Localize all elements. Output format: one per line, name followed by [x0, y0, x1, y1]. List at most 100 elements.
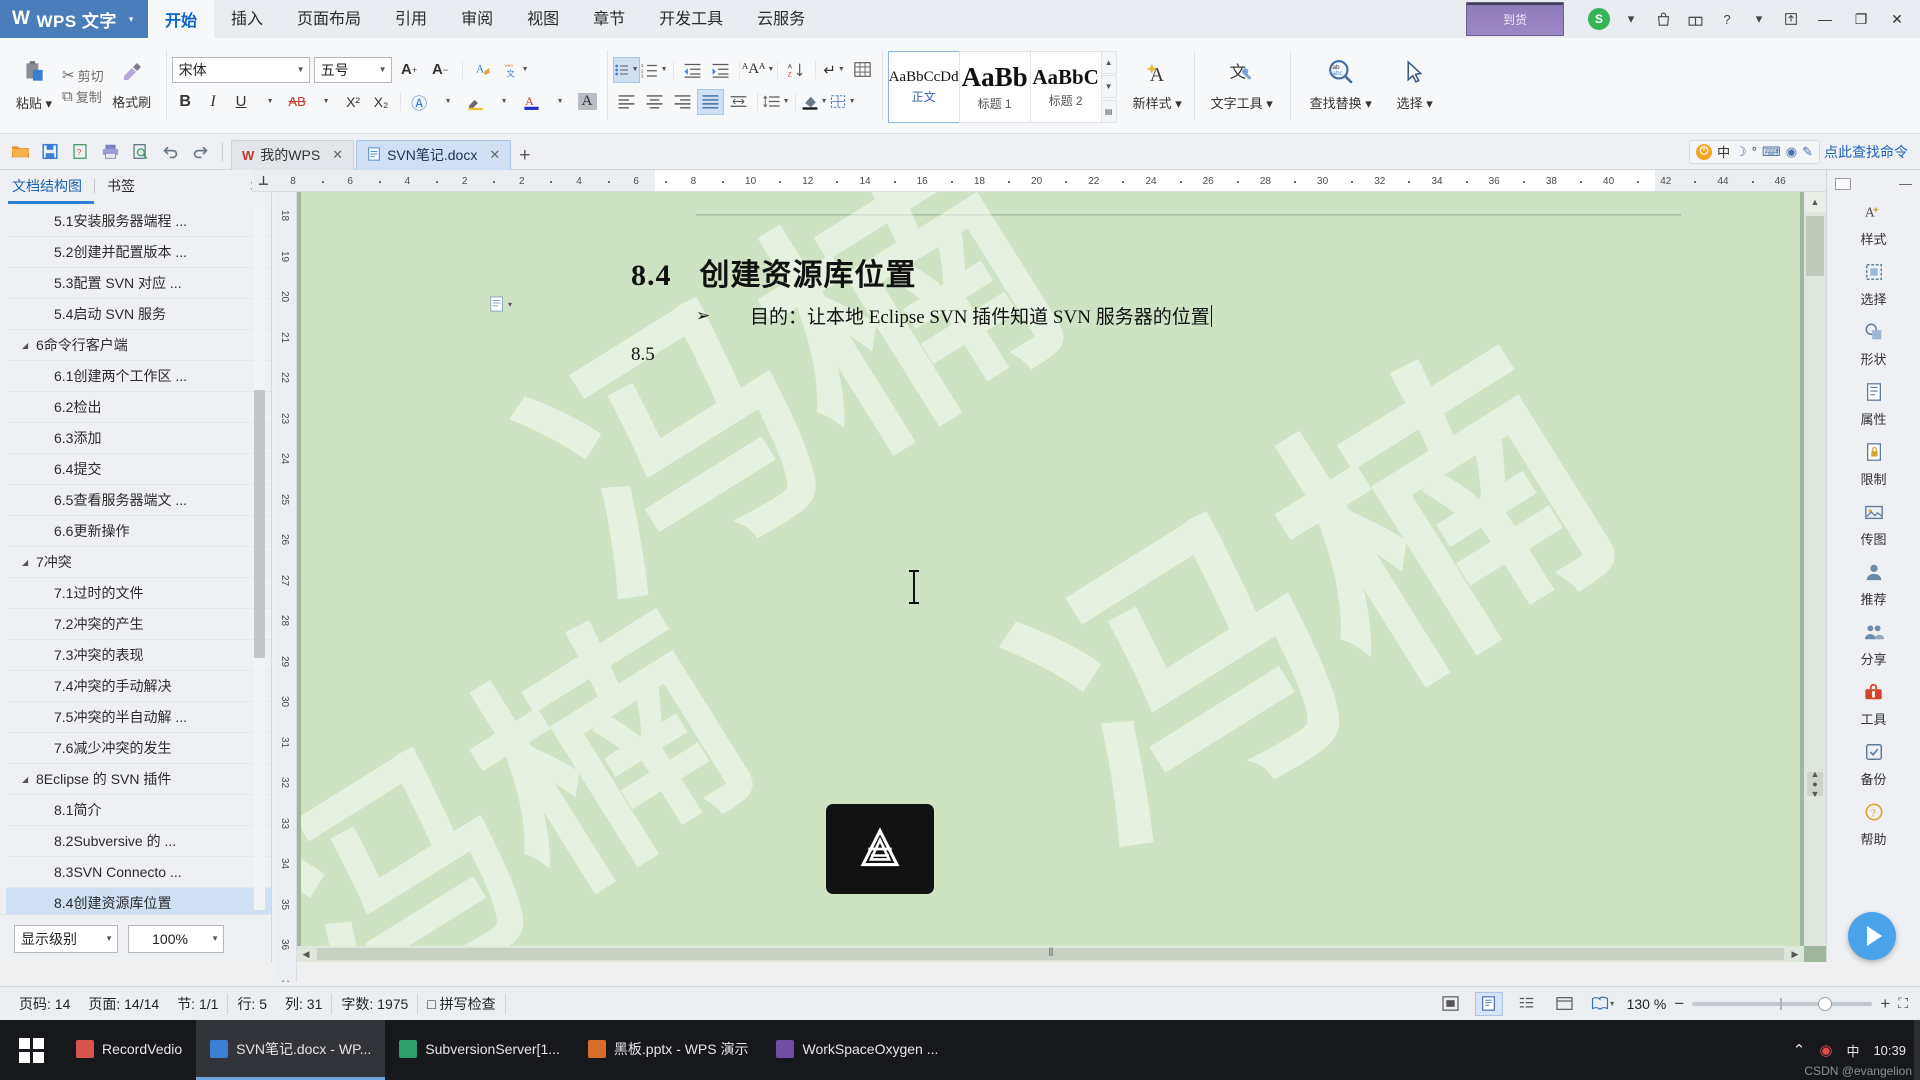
pane-toggle-icon[interactable]	[1835, 177, 1851, 190]
view-outline-button[interactable]	[1513, 992, 1541, 1016]
security-shield-icon[interactable]: ◉	[1819, 1041, 1832, 1059]
scroll-left-button[interactable]: ◀	[297, 946, 315, 962]
structure-item[interactable]: 6.2检出	[6, 392, 271, 423]
bag-icon[interactable]	[1648, 4, 1678, 34]
style-gallery-more-button[interactable]: ▤	[1100, 99, 1117, 123]
structure-item[interactable]: 8.1简介	[6, 795, 271, 826]
style-scroll-up-button[interactable]: ▲	[1100, 50, 1117, 74]
character-border-button[interactable]: Ⓐ	[406, 89, 433, 115]
zoom-slider-track[interactable]	[1692, 996, 1873, 1011]
chevron-down-icon[interactable]: ▾	[129, 14, 134, 25]
redo-icon[interactable]	[186, 138, 214, 166]
taskbar-clock[interactable]: 10:39	[1873, 1043, 1906, 1058]
close-button[interactable]: ✕	[1880, 4, 1914, 34]
ime-status-bar[interactable]: ⏻ 中 ☽ ° ⌨ ◉ ✎	[1689, 139, 1820, 164]
ribbon-tab-cloud[interactable]: 云服务	[740, 0, 822, 38]
chevron-down-icon[interactable]: ▼	[373, 65, 387, 74]
view-page-layout-button[interactable]	[1474, 991, 1503, 1016]
share-icon[interactable]	[1776, 4, 1806, 34]
structure-panel-scrollbar[interactable]	[254, 208, 265, 910]
show-desktop-button[interactable]	[1914, 1020, 1920, 1080]
horizontal-ruler[interactable]: 8 6 4 2 2 4 6 8 10 12 14 16 18 20 22 24 26 28 30 32 34 36 38 40…	[275, 170, 1826, 192]
zoom-in-button[interactable]: +	[1880, 994, 1890, 1014]
structure-item[interactable]: 5.2创建并配置版本 ...	[6, 237, 271, 268]
moon-icon[interactable]: ☽	[1735, 144, 1747, 160]
view-fullscreen-button[interactable]	[1437, 992, 1465, 1016]
cut-button[interactable]: ✂ 剪切	[62, 66, 104, 85]
underline-button[interactable]: U	[228, 89, 255, 115]
align-left-button[interactable]	[613, 89, 640, 115]
font-size-combo[interactable]: 五号 ▼	[313, 56, 392, 83]
decrease-indent-button[interactable]	[679, 57, 706, 83]
align-right-button[interactable]	[669, 89, 696, 115]
tray-expand-icon[interactable]: ⌃	[1793, 1041, 1806, 1059]
sort-button[interactable]: AZ	[783, 57, 810, 83]
character-border-dropdown[interactable]: ▼	[434, 89, 461, 115]
chevron-down-icon[interactable]: ▼	[522, 66, 529, 73]
copy-button[interactable]: ⧉ 复制	[62, 87, 104, 106]
windows-start-button[interactable]	[0, 1020, 62, 1080]
structure-item[interactable]: 7.4冲突的手动解决	[6, 671, 271, 702]
structure-item[interactable]: 5.4启动 SVN 服务	[6, 299, 271, 330]
zoom-slider-thumb[interactable]	[1818, 996, 1833, 1011]
structure-item[interactable]: 7.2冲突的产生	[6, 609, 271, 640]
structure-item[interactable]: 7.6减少冲突的发生	[6, 733, 271, 764]
scroll-up-button[interactable]: ▲	[1804, 192, 1826, 212]
open-folder-icon[interactable]	[6, 138, 34, 166]
superscript-button[interactable]: X²	[340, 89, 367, 115]
structure-item[interactable]: 6.1创建两个工作区 ...	[6, 361, 271, 392]
save-icon[interactable]	[36, 138, 64, 166]
character-scaling-button[interactable]: ᴬAᴬ ▼	[742, 57, 774, 83]
scrollbar-thumb[interactable]	[254, 390, 265, 658]
highlight-color-dropdown[interactable]: ▼	[490, 89, 517, 115]
underline-options-dropdown[interactable]: ▼	[256, 89, 283, 115]
document-horizontal-scrollbar[interactable]: ◀ ▶	[297, 946, 1804, 962]
document-canvas[interactable]: 冯楠 冯楠 冯楠 8.4 创建资源库位置 ▾ ➢ 目的：让本地 Eclipse S…	[297, 192, 1826, 962]
character-shading-button[interactable]: A	[574, 89, 601, 115]
zoom-out-button[interactable]: −	[1674, 994, 1684, 1014]
pane-item-properties[interactable]: 属性	[1827, 375, 1920, 435]
expand-caret-icon[interactable]: ◢	[22, 341, 36, 350]
font-color-dropdown[interactable]: ▼	[546, 89, 573, 115]
undo-icon[interactable]	[156, 138, 184, 166]
structure-item[interactable]: 6.6更新操作	[6, 516, 271, 547]
structure-item-selected[interactable]: 8.4创建资源库位置	[6, 888, 271, 914]
paste-button[interactable]: 粘贴 ▾	[6, 55, 62, 116]
grow-font-button[interactable]: A +	[396, 57, 423, 83]
minimize-button[interactable]: —	[1808, 4, 1842, 34]
chevron-down-icon[interactable]: ▼	[291, 65, 305, 74]
strikethrough-options-dropdown[interactable]: ▼	[312, 89, 339, 115]
expand-caret-icon[interactable]: ◢	[22, 558, 36, 567]
pane-item-restrict[interactable]: 限制	[1827, 435, 1920, 495]
page-navigation-buttons[interactable]: ▲ ● ▼	[1807, 769, 1823, 799]
ribbon-tab-review[interactable]: 审阅	[444, 0, 510, 38]
save-as-icon[interactable]: ?	[66, 138, 94, 166]
scroll-right-button[interactable]: ▶	[1786, 946, 1804, 962]
structure-item[interactable]: ◢ 8Eclipse 的 SVN 插件	[6, 764, 271, 795]
pane-item-toolbox[interactable]: 工具	[1827, 675, 1920, 735]
print-preview-icon[interactable]	[126, 138, 154, 166]
chevron-down-icon[interactable]: ▾	[1616, 4, 1646, 34]
ruler-corner-tab-selector[interactable]	[252, 170, 275, 192]
ribbon-tab-developer[interactable]: 开发工具	[642, 0, 740, 38]
fit-page-icon[interactable]: ⛶	[1898, 995, 1908, 1012]
view-reading-mode-button[interactable]: ▾	[1589, 992, 1617, 1016]
style-item-heading-1[interactable]: AaBb 标题 1	[958, 50, 1031, 123]
gift-icon[interactable]	[1680, 4, 1710, 34]
style-item-heading-2[interactable]: AaBbC 标题 2	[1029, 50, 1102, 123]
document-page[interactable]: 冯楠 冯楠 冯楠 8.4 创建资源库位置 ▾ ➢ 目的：让本地 Eclipse S…	[301, 192, 1800, 946]
expand-caret-icon[interactable]: ◢	[22, 775, 36, 784]
pane-item-share[interactable]: 分享	[1827, 615, 1920, 675]
new-style-button[interactable]: A 新样式 ▾	[1127, 56, 1188, 116]
taskbar-item-workspace-oxygen[interactable]: WorkSpaceOxygen ...	[762, 1020, 952, 1080]
line-spacing-button[interactable]: ▼	[762, 89, 790, 115]
style-item-body[interactable]: AaBbCcDd 正文	[887, 50, 960, 123]
structure-item[interactable]: 6.3添加	[6, 423, 271, 454]
highlight-color-button[interactable]	[462, 89, 489, 115]
close-icon[interactable]: ✕	[489, 147, 500, 163]
structure-item[interactable]: 8.2Subversive 的 ...	[6, 826, 271, 857]
numbered-list-button[interactable]: 123 ▼	[641, 57, 668, 83]
power-icon[interactable]: ⏻	[1696, 143, 1713, 160]
keyboard-icon[interactable]: ⌨	[1762, 144, 1781, 160]
restore-button[interactable]: ❐	[1844, 4, 1878, 34]
